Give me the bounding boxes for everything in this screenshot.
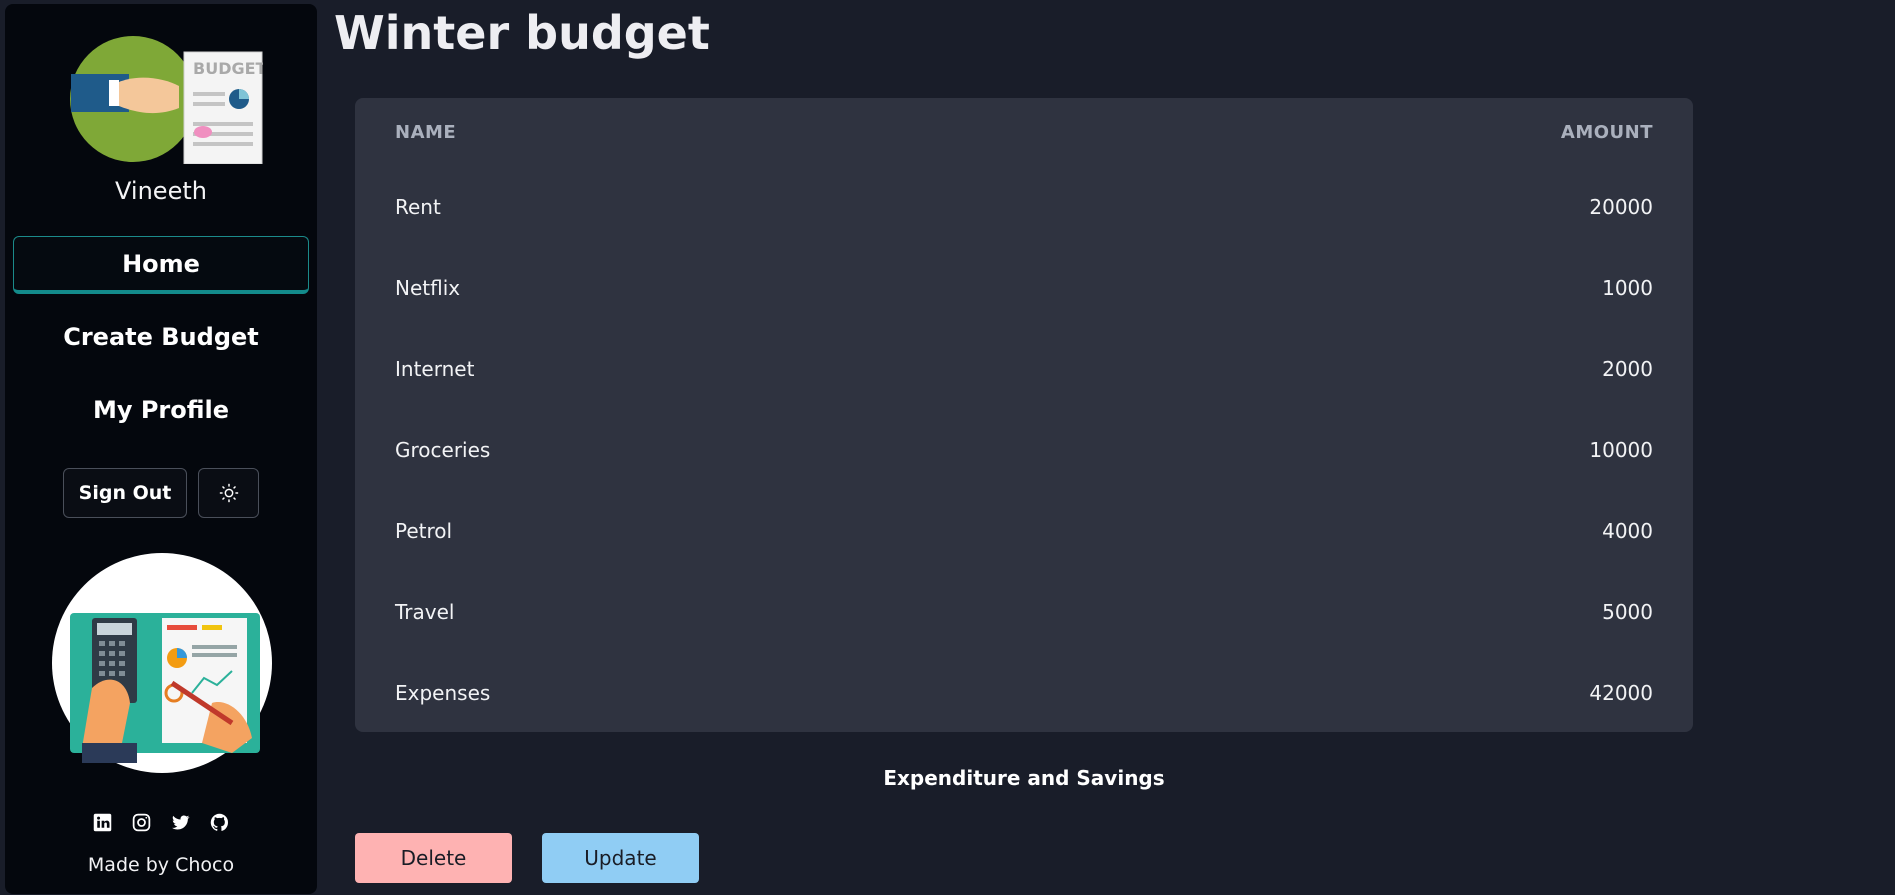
budget-table: NAME AMOUNT Rent 20000 Netflix 1000 Inte…: [355, 98, 1693, 732]
table-header: NAME AMOUNT: [355, 98, 1693, 166]
svg-text:BUDGET: BUDGET: [193, 59, 263, 78]
delete-button[interactable]: Delete: [355, 833, 512, 883]
page-title: Winter budget: [334, 6, 710, 60]
table-row: Rent 20000: [355, 166, 1693, 247]
username: Vineeth: [115, 177, 207, 205]
row-name: Petrol: [395, 518, 453, 543]
table-row: Groceries 10000: [355, 409, 1693, 490]
row-name: Expenses: [395, 680, 491, 705]
table-row: Netflix 1000: [355, 247, 1693, 328]
chart-caption: Expenditure and Savings: [883, 766, 1165, 790]
row-name: Netflix: [395, 275, 461, 300]
table-row: Petrol 4000: [355, 490, 1693, 571]
row-name: Internet: [395, 356, 475, 381]
column-header-name: NAME: [395, 121, 457, 143]
budget-logo: BUDGET: [70, 36, 263, 164]
social-links: [5, 812, 317, 833]
budget-illustration: [52, 553, 272, 773]
row-name: Rent: [395, 194, 441, 219]
linkedin-icon[interactable]: [92, 812, 113, 833]
update-button[interactable]: Update: [542, 833, 699, 883]
row-amount: 4000: [1602, 518, 1653, 543]
theme-toggle-button[interactable]: [198, 468, 259, 518]
row-amount: 10000: [1589, 437, 1653, 462]
sidebar: BUDGET Vineeth Home Create Budget My Pro…: [5, 4, 317, 894]
twitter-icon[interactable]: [170, 812, 191, 833]
table-row: Internet 2000: [355, 328, 1693, 409]
sign-out-button[interactable]: Sign Out: [63, 468, 187, 518]
instagram-icon[interactable]: [131, 812, 152, 833]
github-icon[interactable]: [209, 812, 230, 833]
table-row: Travel 5000: [355, 571, 1693, 652]
row-amount: 42000: [1589, 680, 1653, 705]
made-by-text: Made by Choco: [87, 854, 235, 876]
nav-home[interactable]: Home: [13, 236, 309, 294]
row-amount: 1000: [1602, 275, 1653, 300]
row-name: Travel: [395, 599, 455, 624]
row-amount: 2000: [1602, 356, 1653, 381]
row-name: Groceries: [395, 437, 491, 462]
row-amount: 20000: [1589, 194, 1653, 219]
row-amount: 5000: [1602, 599, 1653, 624]
sun-icon: [219, 483, 238, 503]
column-header-amount: AMOUNT: [1560, 121, 1653, 143]
nav-my-profile[interactable]: My Profile: [13, 381, 309, 439]
table-row: Expenses 42000: [355, 652, 1693, 732]
nav-create-budget[interactable]: Create Budget: [13, 308, 309, 366]
